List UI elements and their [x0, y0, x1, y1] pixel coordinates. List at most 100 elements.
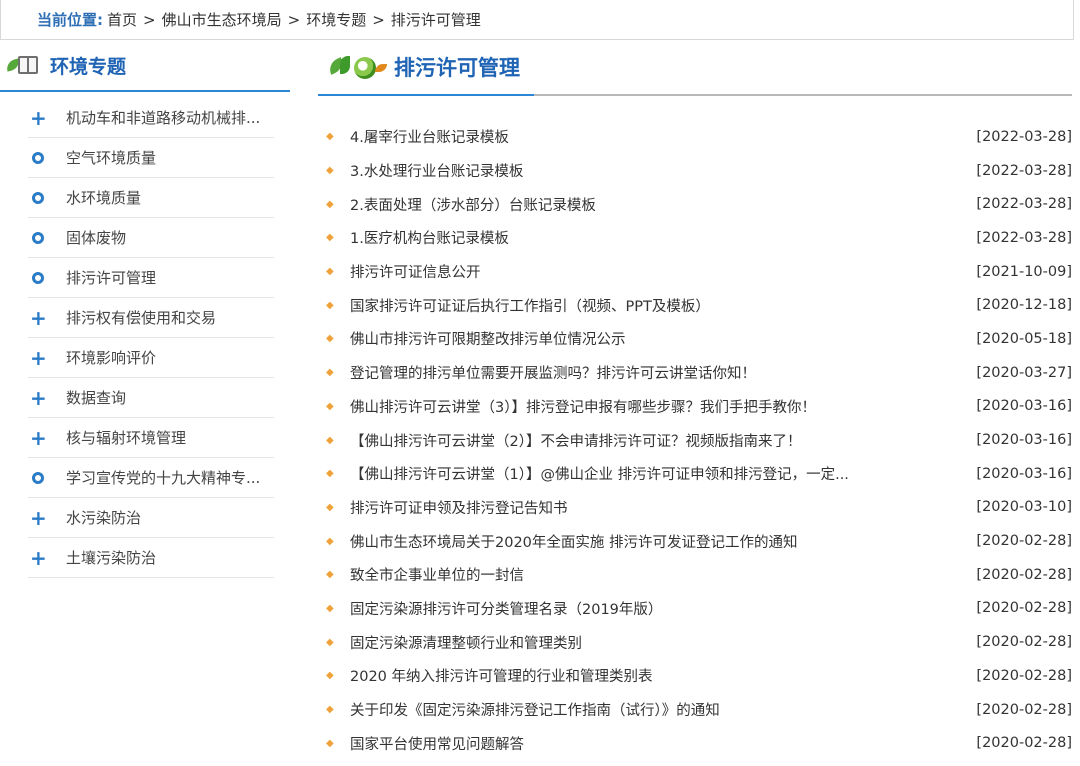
news-title-link[interactable]: 佛山市排污许可限期整改排污单位情况公示	[350, 328, 960, 349]
news-item[interactable]: ◆ 2.表面处理（涉水部分）台账记录模板 [2022-03-28]	[318, 187, 1072, 221]
bullet-icon: ◆	[326, 602, 334, 614]
news-item[interactable]: ◆ 国家平台使用常见问题解答 [2020-02-28]	[318, 726, 1072, 760]
sidebar-item[interactable]: + 核与辐射环境管理	[28, 418, 274, 458]
news-title-link[interactable]: 排污许可证申领及排污登记告知书	[350, 497, 960, 518]
ring-glyph	[32, 151, 44, 164]
main-content: 排污许可管理 ◆ 4.屠宰行业台账记录模板 [2022-03-28] ◆ 3.水处理行业…	[318, 40, 1072, 766]
news-item[interactable]: ◆ 佛山市排污许可限期整改排污单位情况公示 [2020-05-18]	[318, 322, 1072, 356]
news-date: [2020-05-18]	[976, 330, 1072, 347]
ring-icon	[28, 151, 66, 164]
news-title-link[interactable]: 【佛山排污许可云讲堂（1）】@佛山企业 排污许可证申领和排污登记，一定...	[350, 463, 960, 484]
news-item[interactable]: ◆ 排污许可证申领及排污登记告知书 [2020-03-10]	[318, 491, 1072, 525]
breadcrumb-link-current[interactable]: 排污许可管理	[391, 9, 481, 30]
news-item[interactable]: ◆ 固定污染源清理整顿行业和管理类别 [2020-02-28]	[318, 625, 1072, 659]
news-item[interactable]: ◆佛山市环境保护局关于转发《关于发布排污许可证承诺书样本、排污许可证申请...[…	[318, 760, 1072, 766]
news-date: [2020-02-28]	[976, 735, 1072, 752]
breadcrumb-link-topics[interactable]: 环境专题	[306, 9, 366, 30]
news-item[interactable]: ◆ 1.医疗机构台账记录模板 [2022-03-28]	[318, 221, 1072, 255]
bullet-icon: ◆	[326, 400, 334, 412]
news-title-link[interactable]: 3.水处理行业台账记录模板	[350, 160, 960, 181]
plus-glyph: +	[30, 345, 47, 370]
news-title-link[interactable]: 国家排污许可证证后执行工作指引（视频、PPT及模板）	[350, 295, 960, 316]
news-item[interactable]: ◆ 关于印发《固定污染源排污登记工作指南（试行）》的通知 [2020-02-28]	[318, 693, 1072, 727]
news-date: [2022-03-28]	[976, 229, 1072, 246]
ring-icon	[28, 471, 66, 484]
news-title-link[interactable]: 国家平台使用常见问题解答	[350, 733, 960, 754]
section-title: 排污许可管理	[394, 56, 520, 80]
book-leaf-icon	[4, 52, 44, 78]
ring-icon	[28, 191, 66, 204]
sidebar-menu: + 机动车和非道路移动机械排... 空气环境质量 水环境质量 固体废物 排污许可管理 + 排污…	[28, 98, 274, 578]
news-date: [2020-03-16]	[976, 465, 1072, 482]
plus-icon: +	[28, 508, 66, 528]
sidebar-item-label: 核与辐射环境管理	[66, 429, 187, 447]
news-date: [2020-02-28]	[976, 634, 1072, 651]
news-title-link[interactable]: 2.表面处理（涉水部分）台账记录模板	[350, 194, 960, 215]
news-title-link[interactable]: 固定污染源清理整顿行业和管理类别	[350, 632, 960, 653]
sidebar-item[interactable]: 空气环境质量	[28, 138, 274, 178]
bullet-icon: ◆	[326, 636, 334, 648]
news-item[interactable]: ◆ 致全市企事业单位的一封信 [2020-02-28]	[318, 558, 1072, 592]
ring-glyph	[32, 191, 44, 204]
bullet-icon: ◆	[326, 501, 334, 513]
sidebar-item[interactable]: + 环境影响评价	[28, 338, 274, 378]
plus-glyph: +	[30, 105, 47, 130]
plus-icon: +	[28, 348, 66, 368]
news-title-link[interactable]: 排污许可证信息公开	[350, 261, 960, 282]
plus-glyph: +	[30, 505, 47, 530]
bullet-icon: ◆	[326, 737, 334, 749]
sidebar-item-label: 环境影响评价	[66, 349, 157, 367]
news-title-link[interactable]: 4.屠宰行业台账记录模板	[350, 126, 960, 147]
news-title-link[interactable]: 【佛山排污许可云讲堂（2）】不会申请排污许可证？视频版指南来了！	[350, 430, 960, 451]
breadcrumb-link-bureau[interactable]: 佛山市生态环境局	[162, 9, 282, 30]
sidebar-item[interactable]: + 土壤污染防治	[28, 538, 274, 578]
news-item[interactable]: ◆ 2020 年纳入排污许可管理的行业和管理类别表 [2020-02-28]	[318, 659, 1072, 693]
news-item[interactable]: ◆ 佛山市生态环境局关于2020年全面实施 排污许可发证登记工作的通知 [2020-…	[318, 524, 1072, 558]
news-date: [2020-02-28]	[976, 667, 1072, 684]
sidebar-item[interactable]: + 排污权有偿使用和交易	[28, 298, 274, 338]
sidebar-item-label: 机动车和非道路移动机械排...	[66, 109, 261, 127]
breadcrumb-link-home[interactable]: 首页	[107, 9, 137, 30]
sidebar-item[interactable]: 固体废物	[28, 218, 274, 258]
news-title-link[interactable]: 1.医疗机构台账记录模板	[350, 227, 960, 248]
sidebar-item[interactable]: + 数据查询	[28, 378, 274, 418]
news-item[interactable]: ◆ 【佛山排污许可云讲堂（1）】@佛山企业 排污许可证申领和排污登记，一定... […	[318, 457, 1072, 491]
bullet-icon: ◆	[326, 670, 334, 682]
plus-icon: +	[28, 548, 66, 568]
news-item[interactable]: ◆ 3.水处理行业台账记录模板 [2022-03-28]	[318, 154, 1072, 188]
news-title-link[interactable]: 关于印发《固定污染源排污登记工作指南（试行）》的通知	[350, 699, 960, 720]
news-item[interactable]: ◆ 登记管理的排污单位需要开展监测吗？排污许可云讲堂话你知！ [2020-03-27…	[318, 356, 1072, 390]
news-item[interactable]: ◆ 国家排污许可证证后执行工作指引（视频、PPT及模板） [2020-12-18]	[318, 288, 1072, 322]
news-title-link[interactable]: 固定污染源排污许可分类管理名录（2019年版）	[350, 598, 960, 619]
sidebar-header: 环境专题	[0, 40, 290, 92]
news-date: [2021-10-09]	[976, 263, 1072, 280]
news-title-link[interactable]: 致全市企事业单位的一封信	[350, 564, 960, 585]
sidebar-item[interactable]: + 水污染防治	[28, 498, 274, 538]
breadcrumb-separator: >	[143, 10, 156, 29]
bullet-icon: ◆	[326, 266, 334, 278]
sidebar-item-label: 固体废物	[66, 229, 127, 247]
news-item[interactable]: ◆ 4.屠宰行业台账记录模板 [2022-03-28]	[318, 120, 1072, 154]
news-item[interactable]: ◆ 固定污染源排污许可分类管理名录（2019年版） [2020-02-28]	[318, 592, 1072, 626]
breadcrumb-separator: >	[372, 10, 385, 29]
ring-glyph	[32, 231, 44, 244]
news-item[interactable]: ◆ 【佛山排污许可云讲堂（2）】不会申请排污许可证？视频版指南来了！ [2020-0…	[318, 423, 1072, 457]
news-date: [2020-12-18]	[976, 297, 1072, 314]
news-item[interactable]: ◆ 排污许可证信息公开 [2021-10-09]	[318, 255, 1072, 289]
sidebar-item[interactable]: + 机动车和非道路移动机械排...	[28, 98, 274, 138]
news-title-link[interactable]: 佛山市生态环境局关于2020年全面实施 排污许可发证登记工作的通知	[350, 531, 960, 552]
sidebar-item-label: 土壤污染防治	[66, 549, 157, 567]
news-item[interactable]: ◆ 佛山排污许可云讲堂（3）】排污登记申报有哪些步骤？我们手把手教你！ [2020-…	[318, 390, 1072, 424]
ring-icon	[28, 231, 66, 244]
plus-icon: +	[28, 308, 66, 328]
sidebar-item[interactable]: 排污许可管理	[28, 258, 274, 298]
sidebar-item-label: 排污权有偿使用和交易	[66, 309, 217, 327]
news-title-link[interactable]: 2020 年纳入排污许可管理的行业和管理类别表	[350, 665, 960, 686]
news-title-link[interactable]: 登记管理的排污单位需要开展监测吗？排污许可云讲堂话你知！	[350, 362, 960, 383]
bullet-icon: ◆	[326, 535, 334, 547]
news-date: [2022-03-28]	[976, 162, 1072, 179]
eco-globe-icon	[326, 52, 392, 82]
sidebar-item[interactable]: 水环境质量	[28, 178, 274, 218]
sidebar-item[interactable]: 学习宣传党的十九大精神专...	[28, 458, 274, 498]
news-title-link[interactable]: 佛山排污许可云讲堂（3）】排污登记申报有哪些步骤？我们手把手教你！	[350, 396, 960, 417]
